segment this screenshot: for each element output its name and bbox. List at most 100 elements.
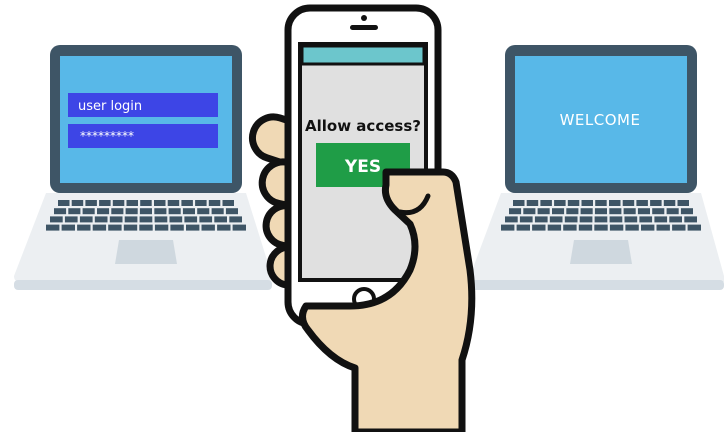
keyboard-key xyxy=(552,208,565,215)
keyboard-key xyxy=(639,216,653,223)
keyboard-key xyxy=(181,200,193,206)
keyboard-key xyxy=(594,208,607,215)
right-laptop: WELCOME xyxy=(470,45,724,290)
keyboard-key xyxy=(534,216,548,223)
keyboard-key xyxy=(567,200,580,206)
keyboard-key xyxy=(97,208,110,215)
keyboard-key xyxy=(186,224,200,231)
keyboard-key xyxy=(656,224,670,231)
keyboard-key xyxy=(139,224,153,231)
keyboard-key xyxy=(677,200,689,206)
keyboard-key xyxy=(225,208,238,215)
keyboard-key xyxy=(71,200,84,206)
keyboard-key xyxy=(168,208,181,215)
keyboard-key xyxy=(666,208,679,215)
keyboard-key xyxy=(123,224,138,231)
keyboard-key xyxy=(523,208,536,215)
password-field-text: ********* xyxy=(80,129,134,143)
keyboard-key xyxy=(579,216,593,223)
keyboard-key xyxy=(594,224,608,231)
right-laptop-base-edge xyxy=(470,280,724,290)
keyboard-key xyxy=(547,224,562,231)
keyboard-key xyxy=(154,200,166,206)
keyboard-key xyxy=(217,224,231,231)
keyboard-key xyxy=(46,224,60,231)
keyboard-key xyxy=(532,224,546,231)
keyboard-key xyxy=(624,216,638,223)
keyboard-key xyxy=(672,224,686,231)
keyboard-key xyxy=(637,208,650,215)
keyboard-key xyxy=(199,216,213,223)
keyboard-key xyxy=(516,224,530,231)
keyboard-key xyxy=(581,200,593,206)
username-field-text: user login xyxy=(78,99,142,114)
keyboard-key xyxy=(609,216,623,223)
keyboard-key xyxy=(594,216,608,223)
keyboard-key xyxy=(652,208,665,215)
two-factor-illustration: user login ********* WELCOME Allow acces… xyxy=(14,4,724,432)
keyboard-key xyxy=(526,200,539,206)
keyboard-key xyxy=(125,208,138,215)
keyboard-key xyxy=(232,224,246,231)
keyboard-key xyxy=(124,216,138,223)
keyboard-key xyxy=(50,216,63,223)
keyboard-key xyxy=(99,200,111,206)
keyboard-key xyxy=(140,200,152,206)
keyboard-key xyxy=(201,224,215,231)
keyboard-key xyxy=(654,216,668,223)
keyboard-key xyxy=(154,216,168,223)
keyboard-key xyxy=(650,200,662,206)
keyboard-key xyxy=(641,224,655,231)
keyboard-key xyxy=(68,208,81,215)
left-laptop: user login ********* xyxy=(14,45,272,290)
keyboard-key xyxy=(623,208,636,215)
keyboard-key xyxy=(537,208,550,215)
keyboard-key xyxy=(167,200,180,206)
keyboard-key xyxy=(79,216,93,223)
keyboard-key xyxy=(540,200,552,206)
keyboard-key xyxy=(211,208,224,215)
keyboard-key xyxy=(64,216,78,223)
keyboard-key xyxy=(182,208,195,215)
keyboard-key xyxy=(197,208,210,215)
keyboard-key xyxy=(61,224,75,231)
keyboard-key xyxy=(578,224,593,231)
keyboard-key xyxy=(625,224,639,231)
keyboard-key xyxy=(609,208,622,215)
keyboard-key xyxy=(92,224,107,231)
keyboard-key xyxy=(208,200,221,206)
keyboard-key xyxy=(154,224,169,231)
keyboard-key xyxy=(184,216,198,223)
keyboard-key xyxy=(169,216,183,223)
left-laptop-screen xyxy=(60,56,232,183)
keyboard-key xyxy=(564,216,578,223)
keyboard-key xyxy=(54,208,67,215)
keyboard-key xyxy=(154,208,167,215)
keyboard-key xyxy=(554,200,566,206)
keyboard-key xyxy=(609,200,621,206)
keyboard-key xyxy=(505,216,518,223)
keyboard-key xyxy=(595,200,607,206)
keyboard-key xyxy=(549,216,563,223)
keyboard-key xyxy=(126,200,138,206)
keyboard-key xyxy=(663,200,676,206)
right-laptop-base xyxy=(470,193,724,282)
keyboard-key xyxy=(58,200,70,206)
keyboard-key xyxy=(519,216,533,223)
keyboard-key xyxy=(111,208,124,215)
right-laptop-trackpad xyxy=(570,240,632,264)
keyboard-key xyxy=(680,208,693,215)
allow-access-prompt: Allow access? xyxy=(305,117,421,135)
keyboard-key xyxy=(229,216,242,223)
keyboard-key xyxy=(94,216,108,223)
keyboard-key xyxy=(214,216,227,223)
keyboard-key xyxy=(108,224,122,231)
keyboard-key xyxy=(85,200,97,206)
keyboard-key xyxy=(622,200,635,206)
keyboard-key xyxy=(687,224,701,231)
keyboard-key xyxy=(139,216,153,223)
keyboard-key xyxy=(139,208,152,215)
keyboard-key xyxy=(513,200,525,206)
phone-camera xyxy=(361,15,367,21)
welcome-text: WELCOME xyxy=(560,111,641,129)
